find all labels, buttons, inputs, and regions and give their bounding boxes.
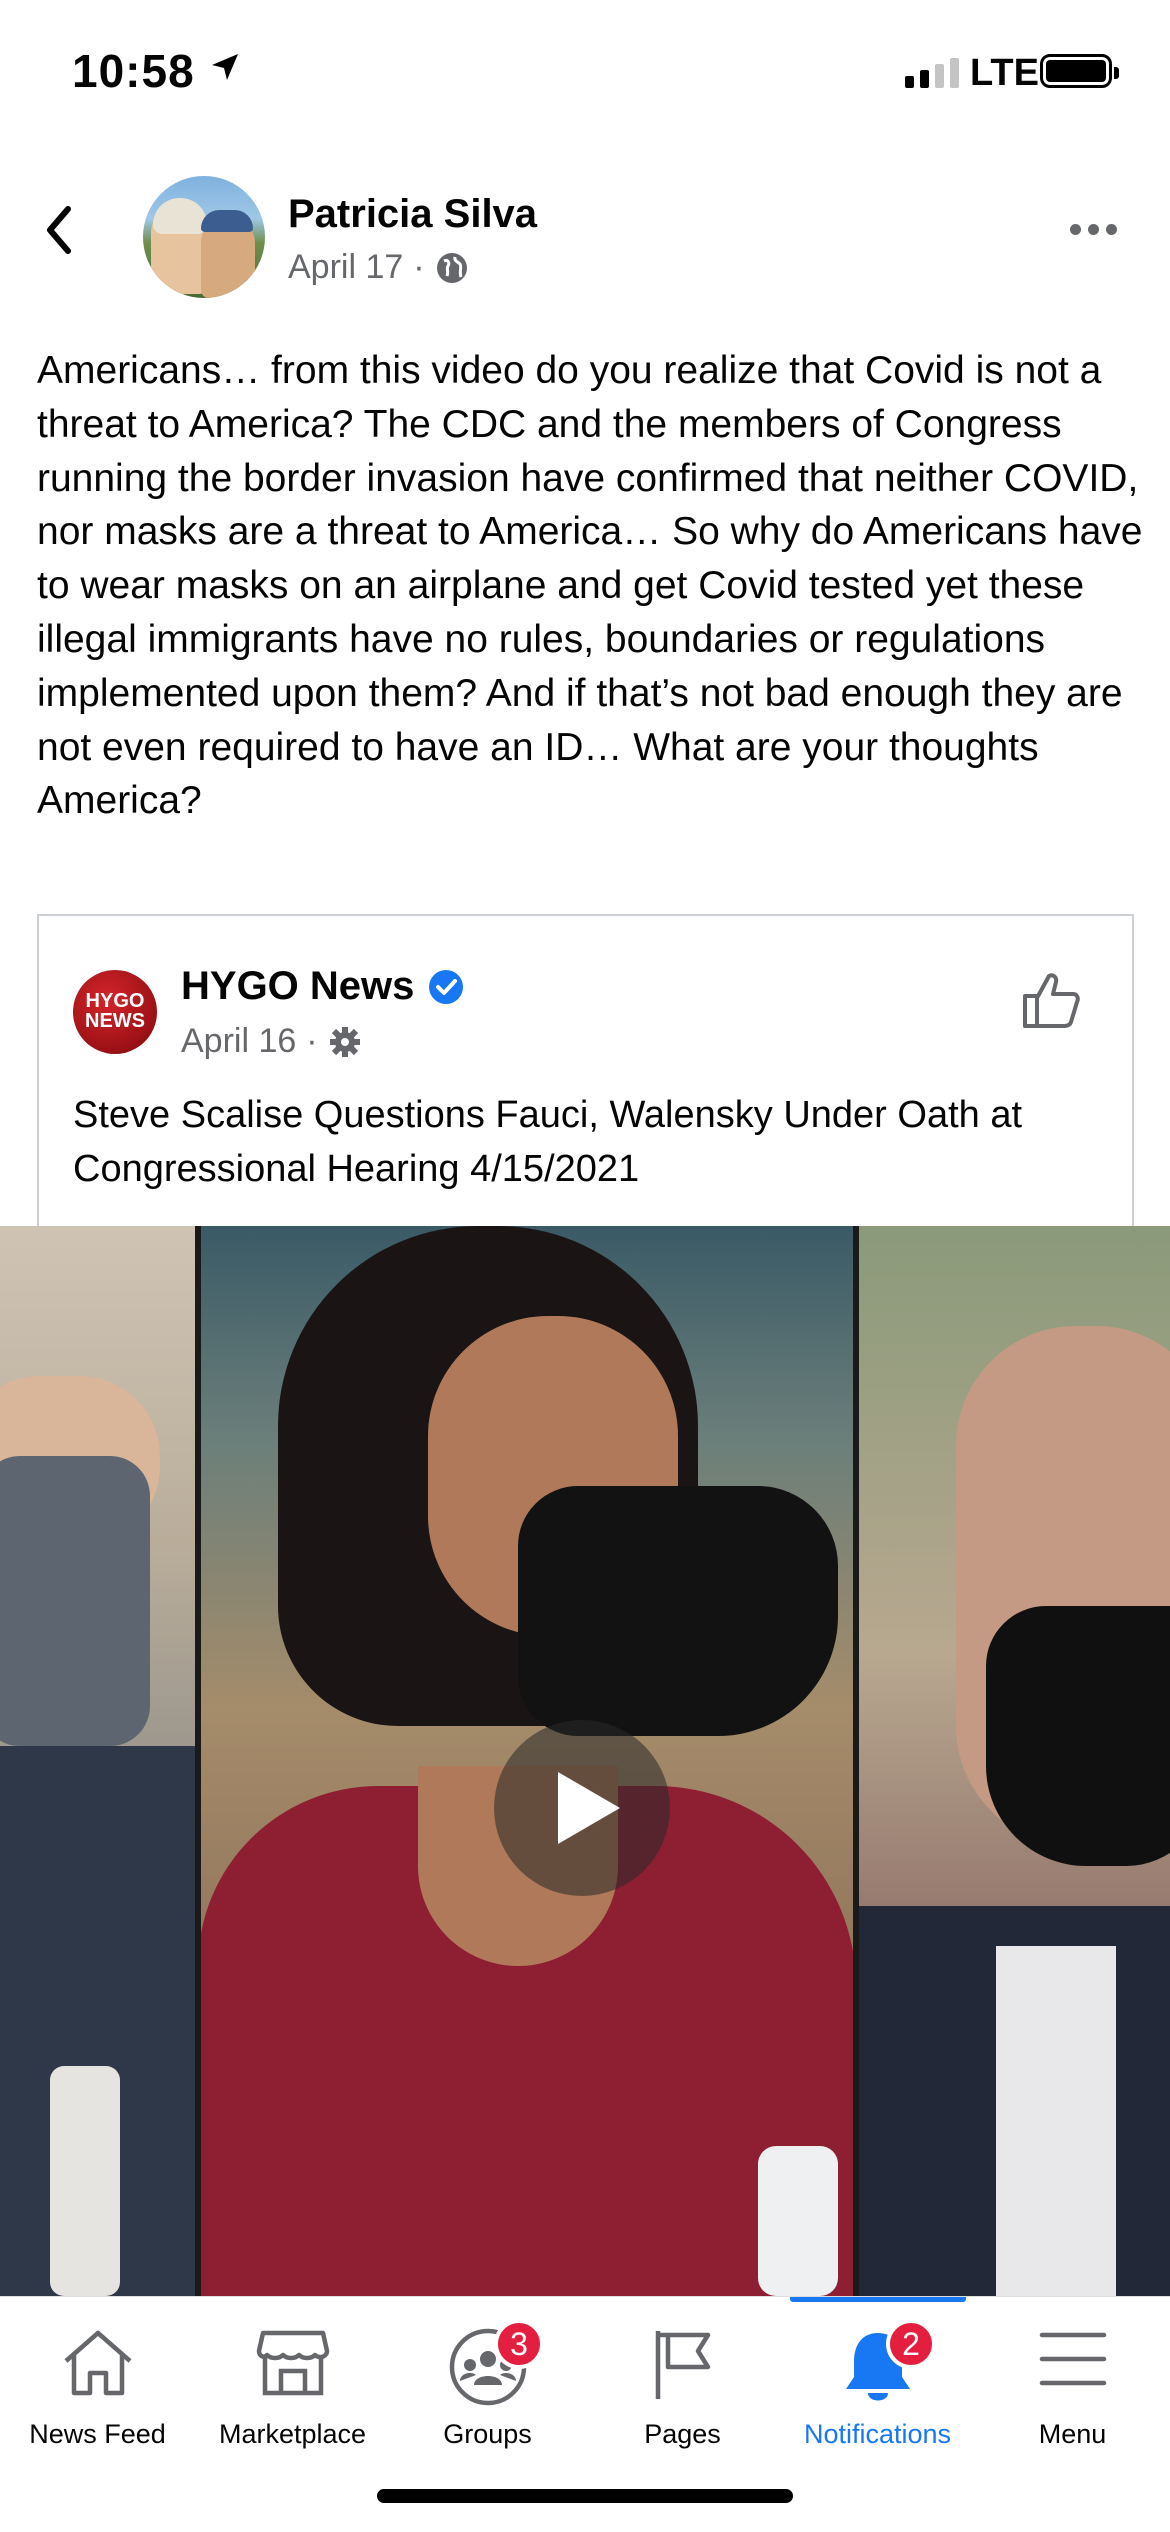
shared-page-name[interactable]: HYGO News xyxy=(181,964,464,1009)
tab-label: Marketplace xyxy=(218,2419,367,2449)
marketplace-icon xyxy=(256,2330,329,2396)
tab-menu[interactable]: Menu xyxy=(975,2297,1170,2449)
tab-notifications[interactable]: 2 Notifications xyxy=(780,2297,975,2449)
like-page-icon[interactable] xyxy=(1019,968,1083,1032)
flag-icon xyxy=(655,2331,710,2399)
shared-page-name-text[interactable]: HYGO News xyxy=(181,964,414,1009)
tab-label: Pages xyxy=(644,2419,721,2449)
groups-badge: 3 xyxy=(494,2319,544,2369)
tab-pages[interactable]: Pages xyxy=(585,2297,780,2449)
author-name[interactable]: Patricia Silva xyxy=(288,192,537,237)
shared-post-meta: April 16 · xyxy=(181,1022,362,1061)
tab-label: Groups xyxy=(443,2419,532,2449)
facebook-post-screen: 10:58 LTE Patricia Silva April 17 · Amer… xyxy=(0,0,1170,2532)
post-meta: April 17 · xyxy=(288,248,469,287)
video-panel-right xyxy=(856,1226,1170,2296)
shared-post-title: Steve Scalise Questions Fauci, Walensky … xyxy=(73,1094,1023,1190)
video-divider xyxy=(853,1226,859,2296)
tab-label: Menu xyxy=(1038,2419,1107,2449)
tab-groups[interactable]: 3 Groups xyxy=(390,2297,585,2449)
status-bar: 10:58 LTE xyxy=(0,0,1170,150)
tab-label: News Feed xyxy=(29,2419,166,2449)
verified-badge-icon xyxy=(429,969,464,1004)
video-player[interactable] xyxy=(0,1226,1170,2296)
author-avatar[interactable] xyxy=(143,176,265,298)
gear-icon xyxy=(329,1026,360,1057)
shared-meta-separator: · xyxy=(306,1022,318,1060)
tab-marketplace[interactable]: Marketplace xyxy=(195,2297,390,2449)
home-indicator[interactable] xyxy=(377,2489,793,2503)
battery-icon xyxy=(1040,54,1119,88)
post-date[interactable]: April 17 xyxy=(288,248,403,287)
network-type: LTE xyxy=(970,52,1039,94)
meta-separator: · xyxy=(413,248,425,286)
shared-post-date[interactable]: April 16 xyxy=(181,1022,296,1061)
play-button[interactable] xyxy=(494,1720,670,1896)
home-icon xyxy=(64,2330,131,2396)
menu-icon xyxy=(1039,2332,1106,2386)
shared-post-card[interactable]: HYGO NEWS HYGO News April 16 · Steve Sca… xyxy=(37,914,1134,1234)
video-divider xyxy=(195,1226,201,2296)
play-icon xyxy=(558,1772,620,1844)
hygo-news-logo[interactable]: HYGO NEWS xyxy=(73,970,157,1054)
status-time: 10:58 xyxy=(72,45,195,97)
tab-label: Notifications xyxy=(803,2419,952,2449)
notifications-badge: 2 xyxy=(886,2319,936,2369)
post-text: Americans… from this video do you realiz… xyxy=(37,349,1143,823)
back-arrow-icon[interactable] xyxy=(44,205,74,255)
video-panel-left xyxy=(0,1226,198,2296)
more-options-icon[interactable] xyxy=(1070,224,1117,235)
signal-strength-icon xyxy=(905,58,959,88)
tab-news-feed[interactable]: News Feed xyxy=(0,2297,195,2449)
location-arrow-icon xyxy=(212,54,238,80)
globe-icon xyxy=(436,252,467,283)
